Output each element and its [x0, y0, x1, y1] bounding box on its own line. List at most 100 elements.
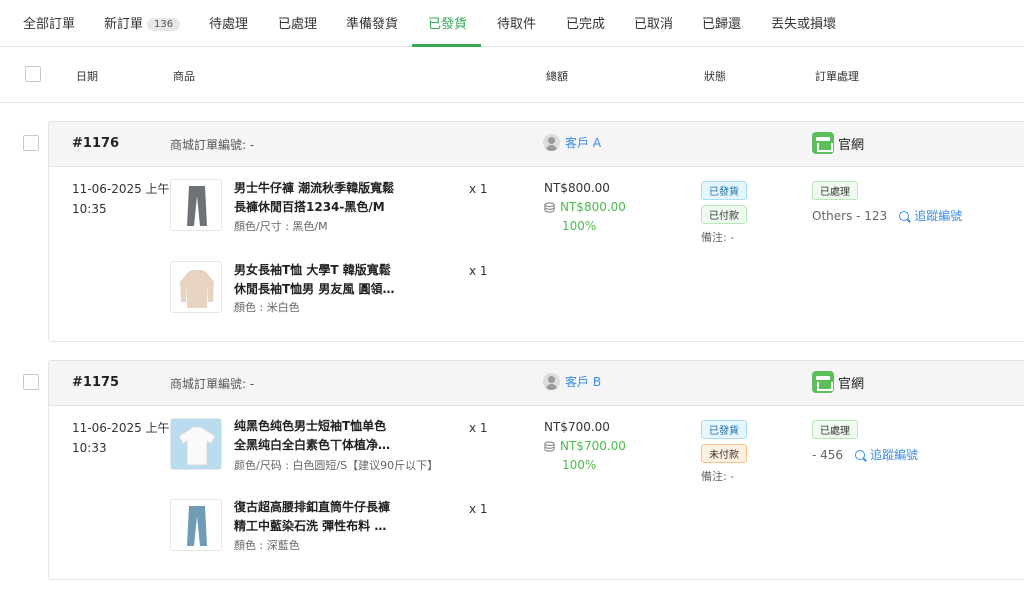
track-number-link[interactable]: 追蹤編號: [855, 448, 918, 462]
order-total: NT$700.00 NT$700.00 100%: [544, 418, 626, 475]
product-name-line: 長褲休閒百搭1234-黑色/M: [234, 200, 385, 214]
order-note: 備注: -: [701, 231, 735, 244]
jeans-blue-image: [187, 506, 207, 546]
product-quantity: x 1: [469, 421, 488, 435]
column-date: 日期: [76, 70, 98, 83]
product-name[interactable]: 纯黑色纯色男士短袖T恤单色 全黑纯白全白素色丅体植净…: [234, 417, 424, 455]
mall-order-number: 商城訂單編號: -: [170, 138, 255, 152]
order-header: #1176 商城訂單編號: - 客戶 A 官網: [49, 122, 1024, 167]
product-thumbnail[interactable]: [170, 418, 222, 470]
product-name[interactable]: 男女長袖T恤 大學T 韓版寬鬆 休閒長袖T恤男 男友風 圓領…: [234, 261, 424, 299]
shipping-status-badge: 已發貨: [701, 420, 747, 439]
order-card: #1175 商城訂單編號: - 客戶 B 官網 11-06-2025 上午 10:…: [48, 360, 1024, 580]
product-thumbnail[interactable]: [170, 179, 222, 231]
tab-ready-to-ship[interactable]: 準備發貨: [346, 13, 398, 32]
track-label: 追蹤編號: [870, 448, 919, 462]
tab-lost-or-damaged[interactable]: 丟失或損壞: [771, 13, 836, 32]
process-status-badge: 已處理: [812, 181, 858, 200]
product-quantity: x 1: [469, 502, 488, 516]
customer-link[interactable]: 客戶 A: [543, 134, 601, 151]
paid-value: NT$800.00: [560, 200, 626, 214]
column-status: 狀態: [704, 70, 726, 83]
paid-percent: 100%: [562, 458, 597, 472]
tab-cancelled[interactable]: 已取消: [634, 13, 673, 32]
product-name-line: 纯黑色纯色男士短袖T恤单色: [234, 419, 387, 433]
product-thumbnail[interactable]: [170, 261, 222, 313]
order-total: NT$800.00 NT$800.00 100%: [544, 179, 626, 236]
total-amount: NT$700.00: [544, 420, 610, 434]
search-icon: [899, 211, 910, 221]
select-all-checkbox[interactable]: [25, 66, 41, 82]
tab-label: 新訂單: [104, 17, 144, 32]
tab-returned[interactable]: 已歸還: [702, 13, 741, 32]
product-variant: 顏色 : 深藍色: [234, 539, 300, 552]
product-name-line: 男士牛仔褲 潮流秋季韓版寬鬆: [234, 181, 395, 195]
channel-name: 官網: [838, 376, 865, 392]
column-total: 總額: [546, 70, 568, 83]
product-quantity: x 1: [469, 182, 488, 196]
order-date: 11-06-2025 上午 10:33: [72, 418, 172, 458]
product-name-line: 男女長袖T恤 大學T 韓版寬鬆: [234, 263, 391, 277]
customer-name: 客戶 A: [565, 136, 602, 150]
process-info: Others - 123 追蹤編號: [812, 207, 962, 224]
storefront-icon: [812, 371, 834, 393]
order-note: 備注: -: [701, 470, 735, 483]
product-thumbnail[interactable]: [170, 499, 222, 551]
time-text: 10:35: [72, 202, 107, 216]
database-icon: [544, 441, 555, 452]
database-icon: [544, 202, 555, 213]
track-number-link[interactable]: 追蹤編號: [899, 209, 962, 223]
logistics-reference: Others - 123: [812, 209, 888, 223]
user-icon: [543, 373, 560, 390]
product-name-line: 全黑纯白全白素色丅体植净…: [234, 438, 391, 452]
channel-name: 官網: [838, 137, 865, 153]
tab-shipped[interactable]: 已發貨: [428, 13, 467, 32]
paid-amount: NT$800.00: [544, 198, 626, 217]
column-processing: 訂單處理: [815, 70, 859, 83]
tshirt-white-image: [178, 426, 216, 466]
table-header: 日期 商品 總額 狀態 訂單處理: [0, 47, 1024, 103]
product-name[interactable]: 男士牛仔褲 潮流秋季韓版寬鬆 長褲休閒百搭1234-黑色/M: [234, 179, 424, 217]
order-header: #1175 商城訂單編號: - 客戶 B 官網: [49, 361, 1024, 406]
tab-pending[interactable]: 待處理: [209, 13, 248, 32]
tab-all-orders[interactable]: 全部訂單: [23, 13, 75, 32]
tab-new-orders[interactable]: 新訂單 136: [104, 13, 181, 32]
payment-status-badge: 已付款: [701, 205, 747, 224]
column-product: 商品: [173, 70, 195, 83]
paid-amount: NT$700.00: [544, 437, 626, 456]
total-amount: NT$800.00: [544, 181, 610, 195]
order-date: 11-06-2025 上午 10:35: [72, 179, 172, 219]
order-select-checkbox[interactable]: [23, 135, 39, 151]
time-text: 10:33: [72, 441, 107, 455]
order-id[interactable]: #1175: [72, 375, 119, 390]
date-text: 11-06-2025 上午: [72, 421, 170, 435]
date-text: 11-06-2025 上午: [72, 182, 170, 196]
product-variant: 顏色/尺寸 : 黑色/M: [234, 220, 328, 233]
logistics-reference: - 456: [812, 448, 844, 462]
paid-percent: 100%: [562, 219, 597, 233]
product-name-line: 休閒長袖T恤男 男友風 圓領…: [234, 282, 395, 296]
tab-awaiting-pickup[interactable]: 待取件: [497, 13, 536, 32]
sales-channel: 官網: [812, 132, 864, 154]
product-name-line: 精工中藍染石洗 彈性布料 …: [234, 519, 387, 533]
product-name[interactable]: 復古超高腰排釦直筒牛仔長褲 精工中藍染石洗 彈性布料 …: [234, 498, 424, 536]
search-icon: [855, 450, 866, 460]
order-select-checkbox[interactable]: [23, 374, 39, 390]
shipping-status-badge: 已發貨: [701, 181, 747, 200]
product-variant: 颜色/尺码 : 白色圆短/S【建议90斤以下】: [234, 459, 439, 472]
order-status-tabs: 全部訂單 新訂單 136 待處理 已處理 準備發貨 已發貨 待取件 已完成 已取消…: [0, 0, 1024, 47]
paid-value: NT$700.00: [560, 439, 626, 453]
customer-name: 客戶 B: [565, 375, 602, 389]
track-label: 追蹤編號: [914, 209, 963, 223]
customer-link[interactable]: 客戶 B: [543, 373, 601, 390]
sales-channel: 官網: [812, 371, 864, 393]
order-id[interactable]: #1176: [72, 136, 119, 151]
count-badge: 136: [147, 18, 181, 31]
tab-processed[interactable]: 已處理: [278, 13, 317, 32]
storefront-icon: [812, 132, 834, 154]
product-variant: 顏色 : 米白色: [234, 301, 300, 314]
tab-completed[interactable]: 已完成: [566, 13, 605, 32]
sweater-beige-image: [180, 270, 214, 308]
user-icon: [543, 134, 560, 151]
product-quantity: x 1: [469, 264, 488, 278]
